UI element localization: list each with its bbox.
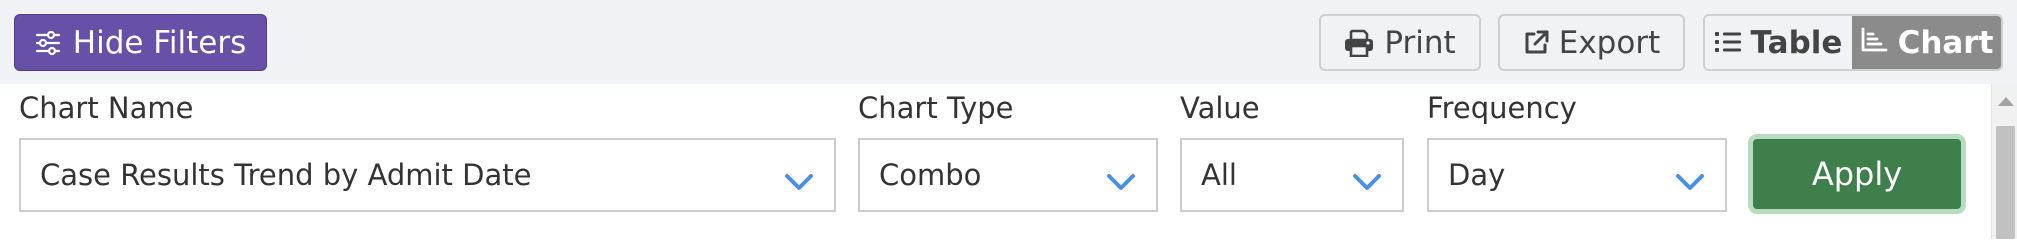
chevron-down-icon — [1352, 165, 1382, 199]
scroll-thumb[interactable] — [1996, 126, 2015, 239]
print-button[interactable]: Print — [1319, 14, 1481, 71]
chart-view-label: Chart — [1897, 24, 1994, 61]
chevron-down-icon — [1675, 165, 1705, 199]
frequency-select[interactable]: Day — [1427, 138, 1727, 212]
chart-name-label: Chart Name — [19, 91, 194, 125]
frequency-label: Frequency — [1427, 91, 1577, 125]
chart-type-label: Chart Type — [858, 91, 1014, 125]
hide-filters-label: Hide Filters — [72, 24, 247, 61]
chevron-down-icon — [1106, 165, 1136, 199]
print-label: Print — [1384, 24, 1456, 61]
sliders-icon — [35, 30, 61, 56]
export-button[interactable]: Export — [1498, 14, 1685, 71]
chart-type-select[interactable]: Combo — [858, 138, 1158, 212]
view-toggle: Table Chart — [1703, 14, 2003, 71]
hide-filters-button[interactable]: Hide Filters — [14, 14, 267, 71]
apply-button[interactable]: Apply — [1748, 134, 1966, 214]
value-label: Value — [1180, 91, 1260, 125]
chart-type-value: Combo — [879, 158, 982, 192]
frequency-value: Day — [1448, 158, 1506, 192]
vertical-scrollbar[interactable] — [1991, 84, 2017, 239]
chevron-down-icon — [784, 165, 814, 199]
toolbar: Hide Filters Print Export Table Chart — [0, 0, 2017, 84]
list-icon — [1714, 25, 1741, 61]
table-view-label: Table — [1750, 24, 1843, 61]
value-value: All — [1201, 158, 1237, 192]
chart-area-icon — [1860, 25, 1888, 61]
value-select[interactable]: All — [1180, 138, 1404, 212]
chart-view-button[interactable]: Chart — [1852, 16, 2001, 69]
export-label: Export — [1558, 24, 1661, 61]
chart-name-select[interactable]: Case Results Trend by Admit Date — [19, 138, 836, 212]
chart-name-value: Case Results Trend by Admit Date — [40, 158, 532, 192]
external-link-icon — [1523, 30, 1549, 56]
table-view-button[interactable]: Table — [1705, 16, 1852, 69]
printer-icon — [1344, 29, 1374, 57]
scroll-up-arrow[interactable] — [1998, 97, 2014, 106]
